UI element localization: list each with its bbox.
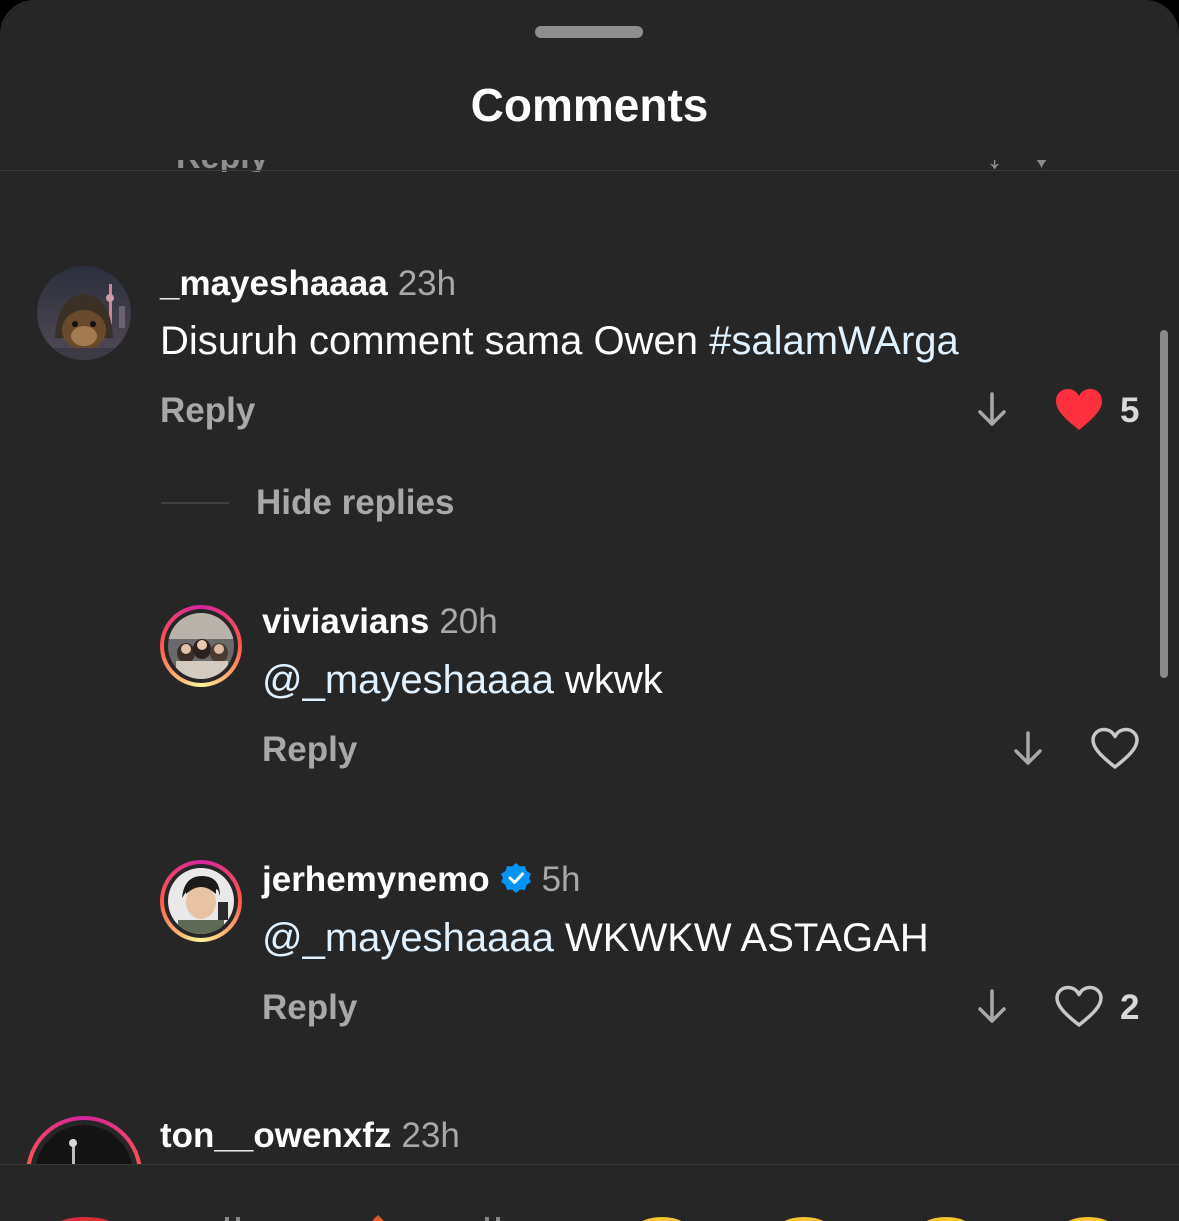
avatar-photo-mayeshaaaa — [37, 266, 131, 360]
avatar-photo-jerhemynemo — [168, 868, 234, 934]
comment-header-mayeshaaaa: _mayeshaaaa 23h — [160, 264, 456, 304]
reply-button[interactable]: Reply — [262, 988, 357, 1028]
reply-button[interactable]: Reply — [160, 391, 255, 431]
emoji-bar — [0, 1164, 1179, 1221]
avatar-jerhemynemo — [168, 868, 234, 934]
comment-text: Disuruh comment sama Owen #salamWArga — [160, 318, 959, 364]
username-viviavians[interactable]: viviavians — [262, 602, 429, 641]
username-mayeshaaaa[interactable]: _mayeshaaaa — [160, 264, 388, 303]
comment-header-jerhemynemo: jerhemynemo 5h — [262, 860, 581, 900]
timestamp: 23h — [401, 1116, 460, 1155]
reply-text: @_mayeshaaaa WKWKW ASTAGAH — [262, 915, 929, 961]
sheet-title: Comments — [470, 79, 709, 131]
drag-handle[interactable] — [535, 26, 643, 38]
comment-header-viviavians: viviavians 20h — [262, 602, 498, 642]
mention-link[interactable]: @_mayeshaaaa — [262, 658, 554, 702]
reply-body: WKWKW ASTAGAH — [553, 916, 929, 960]
dislike-arrow-icon[interactable] — [974, 390, 1010, 430]
heart-outline-icon[interactable] — [1054, 985, 1104, 1029]
timestamp: 5h — [541, 860, 581, 899]
emoji-row-peek — [61, 1215, 1108, 1221]
header-divider — [0, 170, 1179, 171]
timestamp: 23h — [397, 264, 457, 303]
reply-body: wkwk — [553, 658, 663, 702]
reply-text: @_mayeshaaaa wkwk — [262, 657, 663, 703]
avatar-photo-viviavians — [168, 613, 234, 679]
avatar-mayeshaaaa[interactable] — [37, 266, 131, 360]
comment-body: Disuruh comment sama Owen — [160, 319, 710, 363]
timestamp: 20h — [439, 602, 498, 641]
hashtag-link[interactable]: #salamWArga — [709, 319, 959, 363]
scrollbar[interactable] — [1160, 330, 1168, 678]
avatar-viviavians — [168, 613, 234, 679]
hide-replies-line — [161, 502, 229, 504]
mention-link[interactable]: @_mayeshaaaa — [262, 916, 554, 960]
dislike-arrow-icon[interactable] — [1010, 729, 1046, 769]
username-ton-owenxfz[interactable]: ton__owenxfz — [160, 1116, 391, 1155]
hide-replies-button[interactable]: Hide replies — [256, 483, 454, 523]
story-ring[interactable] — [160, 605, 242, 687]
username-jerhemynemo[interactable]: jerhemynemo — [262, 860, 490, 899]
comments-sheet: Comments Reply ↓ ♥ _mayeshaaaa23h — [0, 0, 1179, 1221]
comment-header-ton-owenxfz: ton__owenxfz 23h — [160, 1116, 460, 1156]
dislike-arrow-icon[interactable] — [974, 987, 1010, 1027]
reply-button[interactable]: Reply — [262, 730, 357, 770]
like-count: 5 — [1120, 391, 1140, 430]
heart-filled-icon[interactable] — [1054, 388, 1104, 432]
like-count: 2 — [1120, 988, 1140, 1027]
story-ring[interactable] — [160, 860, 242, 942]
verified-badge-icon — [500, 863, 531, 893]
heart-outline-icon[interactable] — [1090, 727, 1140, 771]
